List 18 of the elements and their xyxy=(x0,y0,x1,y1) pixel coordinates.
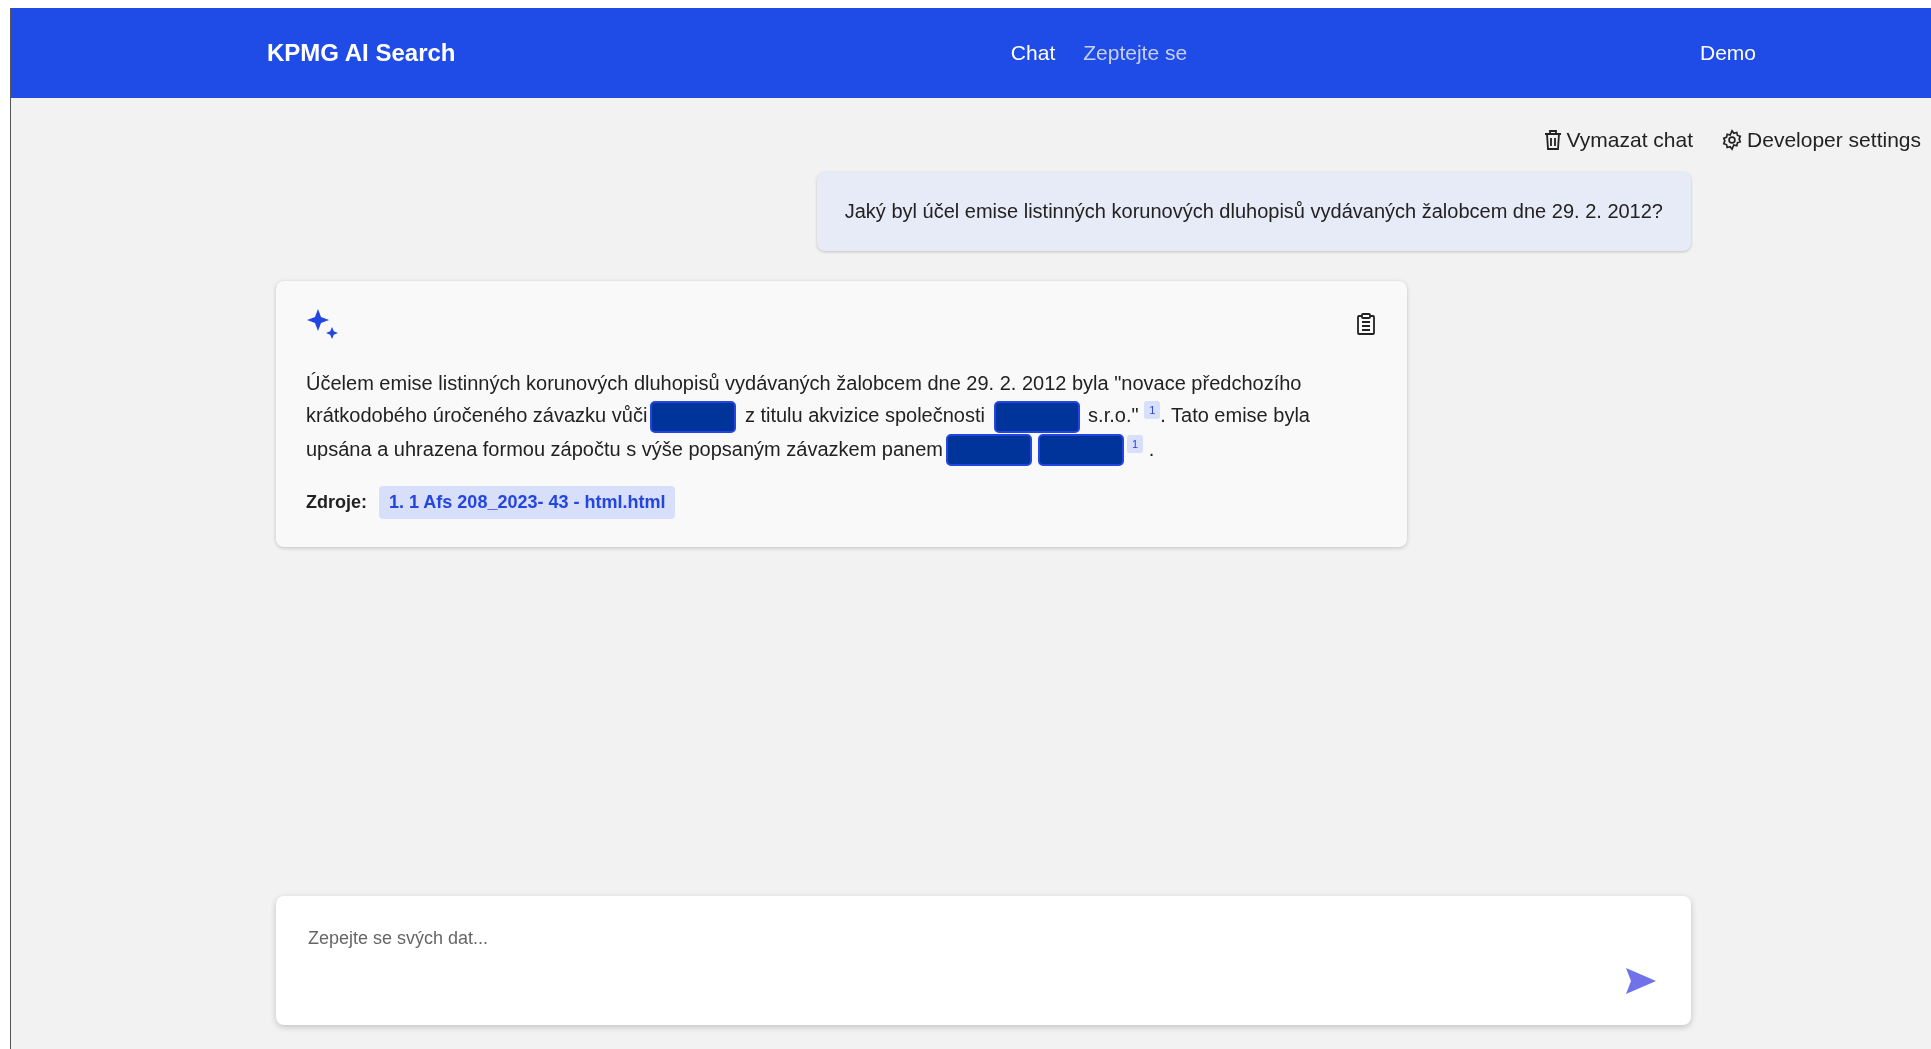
sparkle-icon xyxy=(306,307,340,341)
settings-button[interactable]: Developer settings xyxy=(1721,128,1921,152)
app-title: KPMG AI Search xyxy=(267,39,457,67)
sources-label: Zdroje: xyxy=(306,492,367,514)
send-icon[interactable] xyxy=(1625,967,1657,995)
clipboard-icon[interactable] xyxy=(1355,312,1377,336)
source-link[interactable]: 1. 1 Afs 208_2023- 43 - html.html xyxy=(379,486,676,520)
question-bubble: Jaký byl účel emise listinných korunových dluhopisů vydávaných žalobcem dne 29. 2. 2012? xyxy=(816,172,1691,251)
chat-input[interactable]: Zepejte se svých dat... xyxy=(276,896,1691,1025)
citation-link[interactable]: 1 xyxy=(1144,401,1161,420)
clear-chat-button[interactable]: Vymazat chat xyxy=(1542,128,1694,152)
settings-icon xyxy=(1721,129,1744,151)
nav-link[interactable]: Zeptejte se xyxy=(1083,41,1188,65)
trash-icon xyxy=(1542,129,1563,151)
answer-text: Účelem emise listinných korunových dluhopisů vydávaných žalobcem dne 29. 2. 2012 byla "novace předchozího krátkodobého úročeného závazku vůči z titulu akvizice společnosti s.r.o." $^{1}$ . Tato emise byla upsána a uhrazena formou zápočtu s výše popsaným závazkem panem $^{1}$ . xyxy=(306,367,1377,467)
citation-link[interactable]: 1 xyxy=(1127,435,1144,454)
user-name: Demo xyxy=(1699,41,1756,65)
nav-link[interactable]: Chat xyxy=(1010,41,1056,65)
